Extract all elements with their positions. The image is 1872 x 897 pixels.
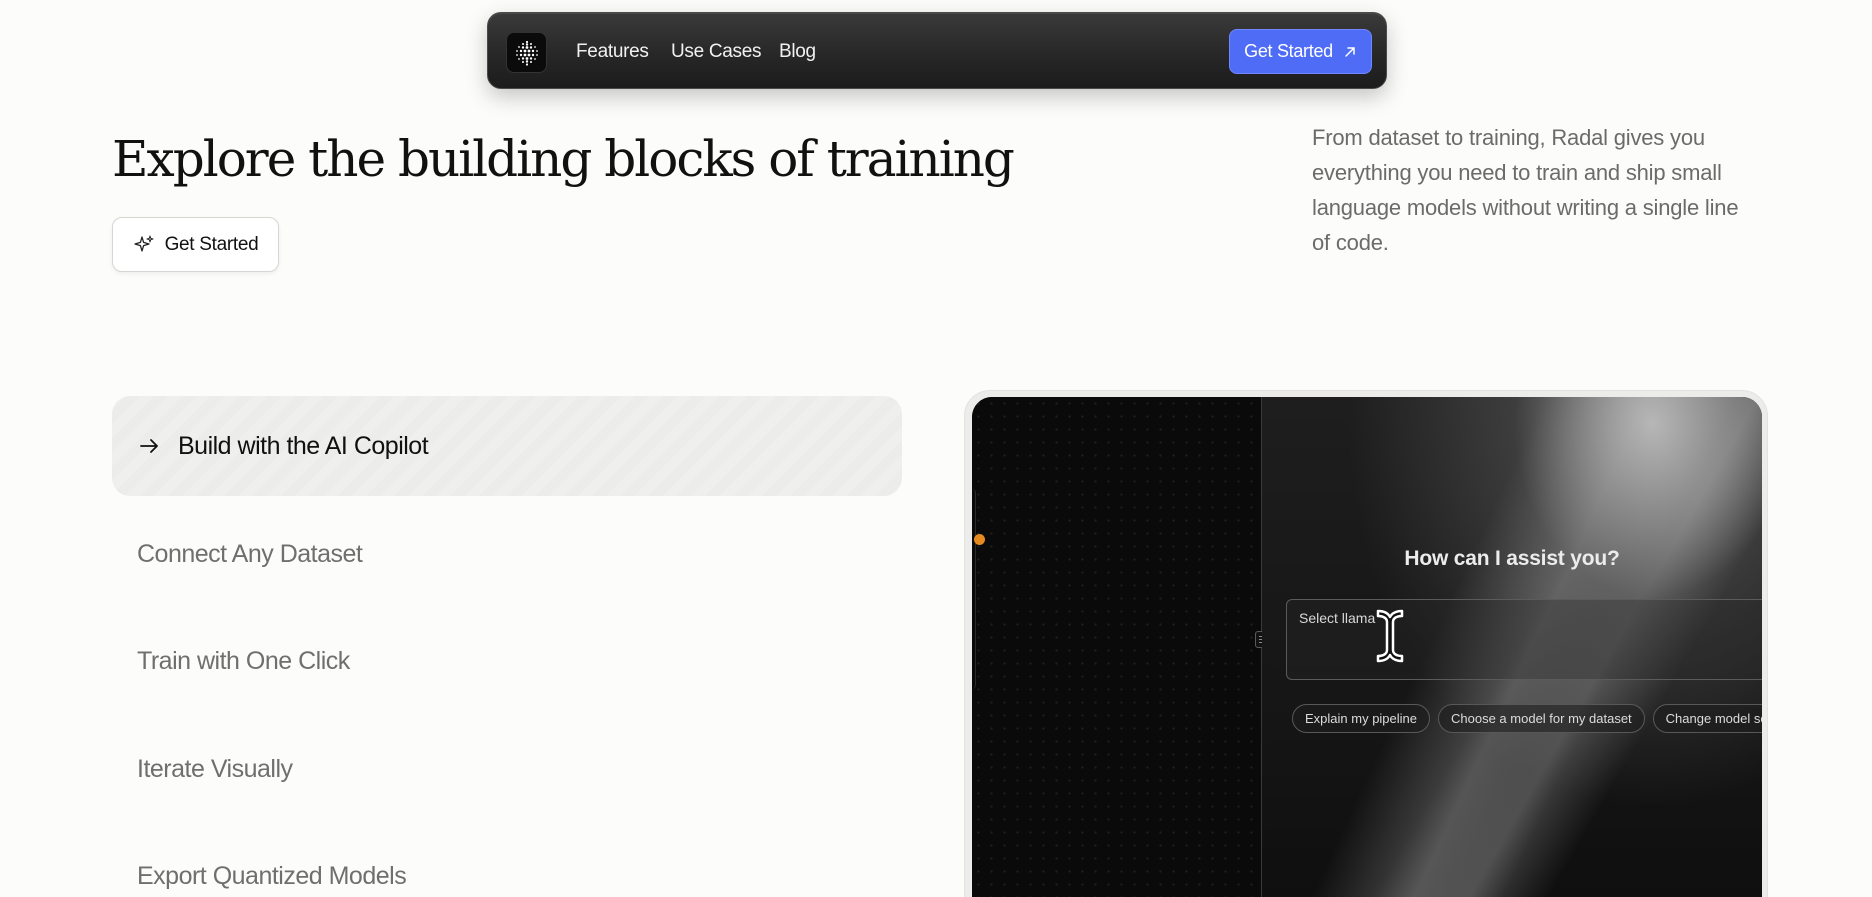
hero-get-started-button[interactable]: Get Started (112, 217, 279, 272)
nav-get-started-button[interactable]: Get Started (1229, 29, 1372, 74)
feature-item-connect-dataset[interactable]: Connect Any Dataset (137, 540, 363, 569)
suggestion-change-model[interactable]: Change model se (1652, 704, 1762, 733)
hero-title: Explore the building blocks of training (112, 130, 1015, 188)
hero-get-started-label: Get Started (164, 233, 259, 255)
nav-get-started-label: Get Started (1244, 41, 1333, 61)
nav-link-blog[interactable]: Blog (779, 13, 816, 90)
nav-link-use-cases[interactable]: Use Cases (671, 13, 762, 90)
feature-item-active[interactable]: Build with the AI Copilot (112, 396, 902, 496)
node-connector-dot[interactable] (974, 534, 985, 545)
feature-item-export-models[interactable]: Export Quantized Models (137, 862, 407, 891)
feature-item-train-one-click[interactable]: Train with One Click (137, 647, 350, 676)
chat-title: How can I assist you? (1404, 547, 1620, 570)
arrow-right-icon (140, 439, 158, 453)
dotted-grid-logo-icon (515, 40, 538, 66)
suggestion-choose-model[interactable]: Choose a model for my dataset (1438, 704, 1645, 733)
suggestion-explain-pipeline[interactable]: Explain my pipeline (1292, 704, 1431, 733)
demo-screen: How can I assist you? Select llama Expla… (972, 397, 1762, 897)
copilot-chat-pane: How can I assist you? Select llama Expla… (1262, 397, 1762, 897)
feature-item-iterate-visually[interactable]: Iterate Visually (137, 755, 293, 784)
arrow-up-right-icon (1345, 46, 1355, 57)
sparkle-icon (133, 235, 154, 252)
pipeline-node[interactable] (972, 489, 976, 689)
hero-description: From dataset to training, Radal gives yo… (1312, 125, 1739, 255)
feature-item-label: Build with the AI Copilot (178, 431, 429, 460)
chat-input[interactable]: Select llama (1286, 599, 1762, 680)
chat-input-value: Select llama (1299, 610, 1376, 626)
suggestion-chips: Explain my pipeline Choose a model for m… (1292, 704, 1762, 733)
pipeline-canvas[interactable] (972, 397, 1261, 897)
top-navbar: Features Use Cases Blog Get Started (487, 12, 1387, 89)
logo-icon[interactable] (506, 32, 547, 73)
nav-link-features[interactable]: Features (576, 13, 649, 90)
text-cursor-icon (1376, 609, 1404, 663)
